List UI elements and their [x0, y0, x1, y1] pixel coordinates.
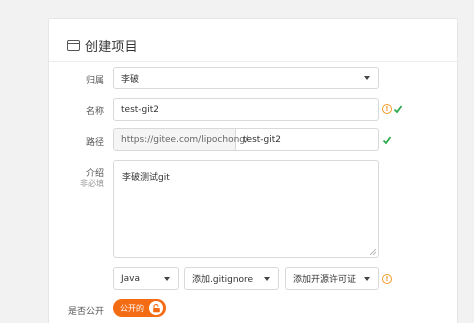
info-icon[interactable]: ! [382, 104, 392, 114]
page-title: 创建项目 [85, 39, 138, 55]
description-value: 李破测试git [122, 173, 170, 183]
owner-label: 归属 [85, 76, 104, 86]
license-value: 添加开源许可证 [293, 275, 357, 285]
resize-handle-icon[interactable] [370, 249, 376, 255]
name-label: 名称 [85, 107, 104, 117]
path-field: https://gitee.com/lipochong/ test-git2 [113, 128, 379, 151]
gitignore-value: 添加.gitignore [192, 275, 254, 285]
visibility-label: 是否公开 [67, 307, 104, 317]
check-icon [393, 105, 403, 114]
chevron-down-icon [164, 276, 170, 281]
description-textarea[interactable]: 李破测试git [113, 160, 379, 258]
unlock-icon [149, 301, 163, 315]
toggle-label: 公开的 [120, 303, 144, 313]
language-select[interactable]: Java [113, 267, 179, 290]
language-value: Java [121, 273, 141, 284]
chevron-down-icon [364, 76, 370, 80]
path-prefix: https://gitee.com/lipochong/ [114, 129, 248, 150]
owner-select[interactable]: 李破 [113, 67, 379, 89]
project-box-icon [67, 39, 80, 51]
card-header: 创建项目 [67, 36, 138, 55]
optional-hint: 非必填 [80, 179, 104, 188]
header-divider [49, 61, 457, 62]
visibility-toggle[interactable]: 公开的 [113, 299, 166, 317]
path-input[interactable]: test-git2 [236, 129, 378, 150]
chevron-down-icon [264, 276, 270, 281]
name-input[interactable]: test-git2 [113, 98, 379, 121]
gitignore-select[interactable]: 添加.gitignore [184, 267, 279, 290]
chevron-down-icon [364, 276, 370, 281]
info-icon[interactable]: ! [382, 274, 392, 284]
check-icon [382, 136, 392, 145]
name-value: test-git2 [121, 104, 159, 115]
owner-value: 李破 [121, 74, 140, 85]
license-select[interactable]: 添加开源许可证 [285, 267, 379, 290]
path-label: 路径 [85, 138, 104, 148]
